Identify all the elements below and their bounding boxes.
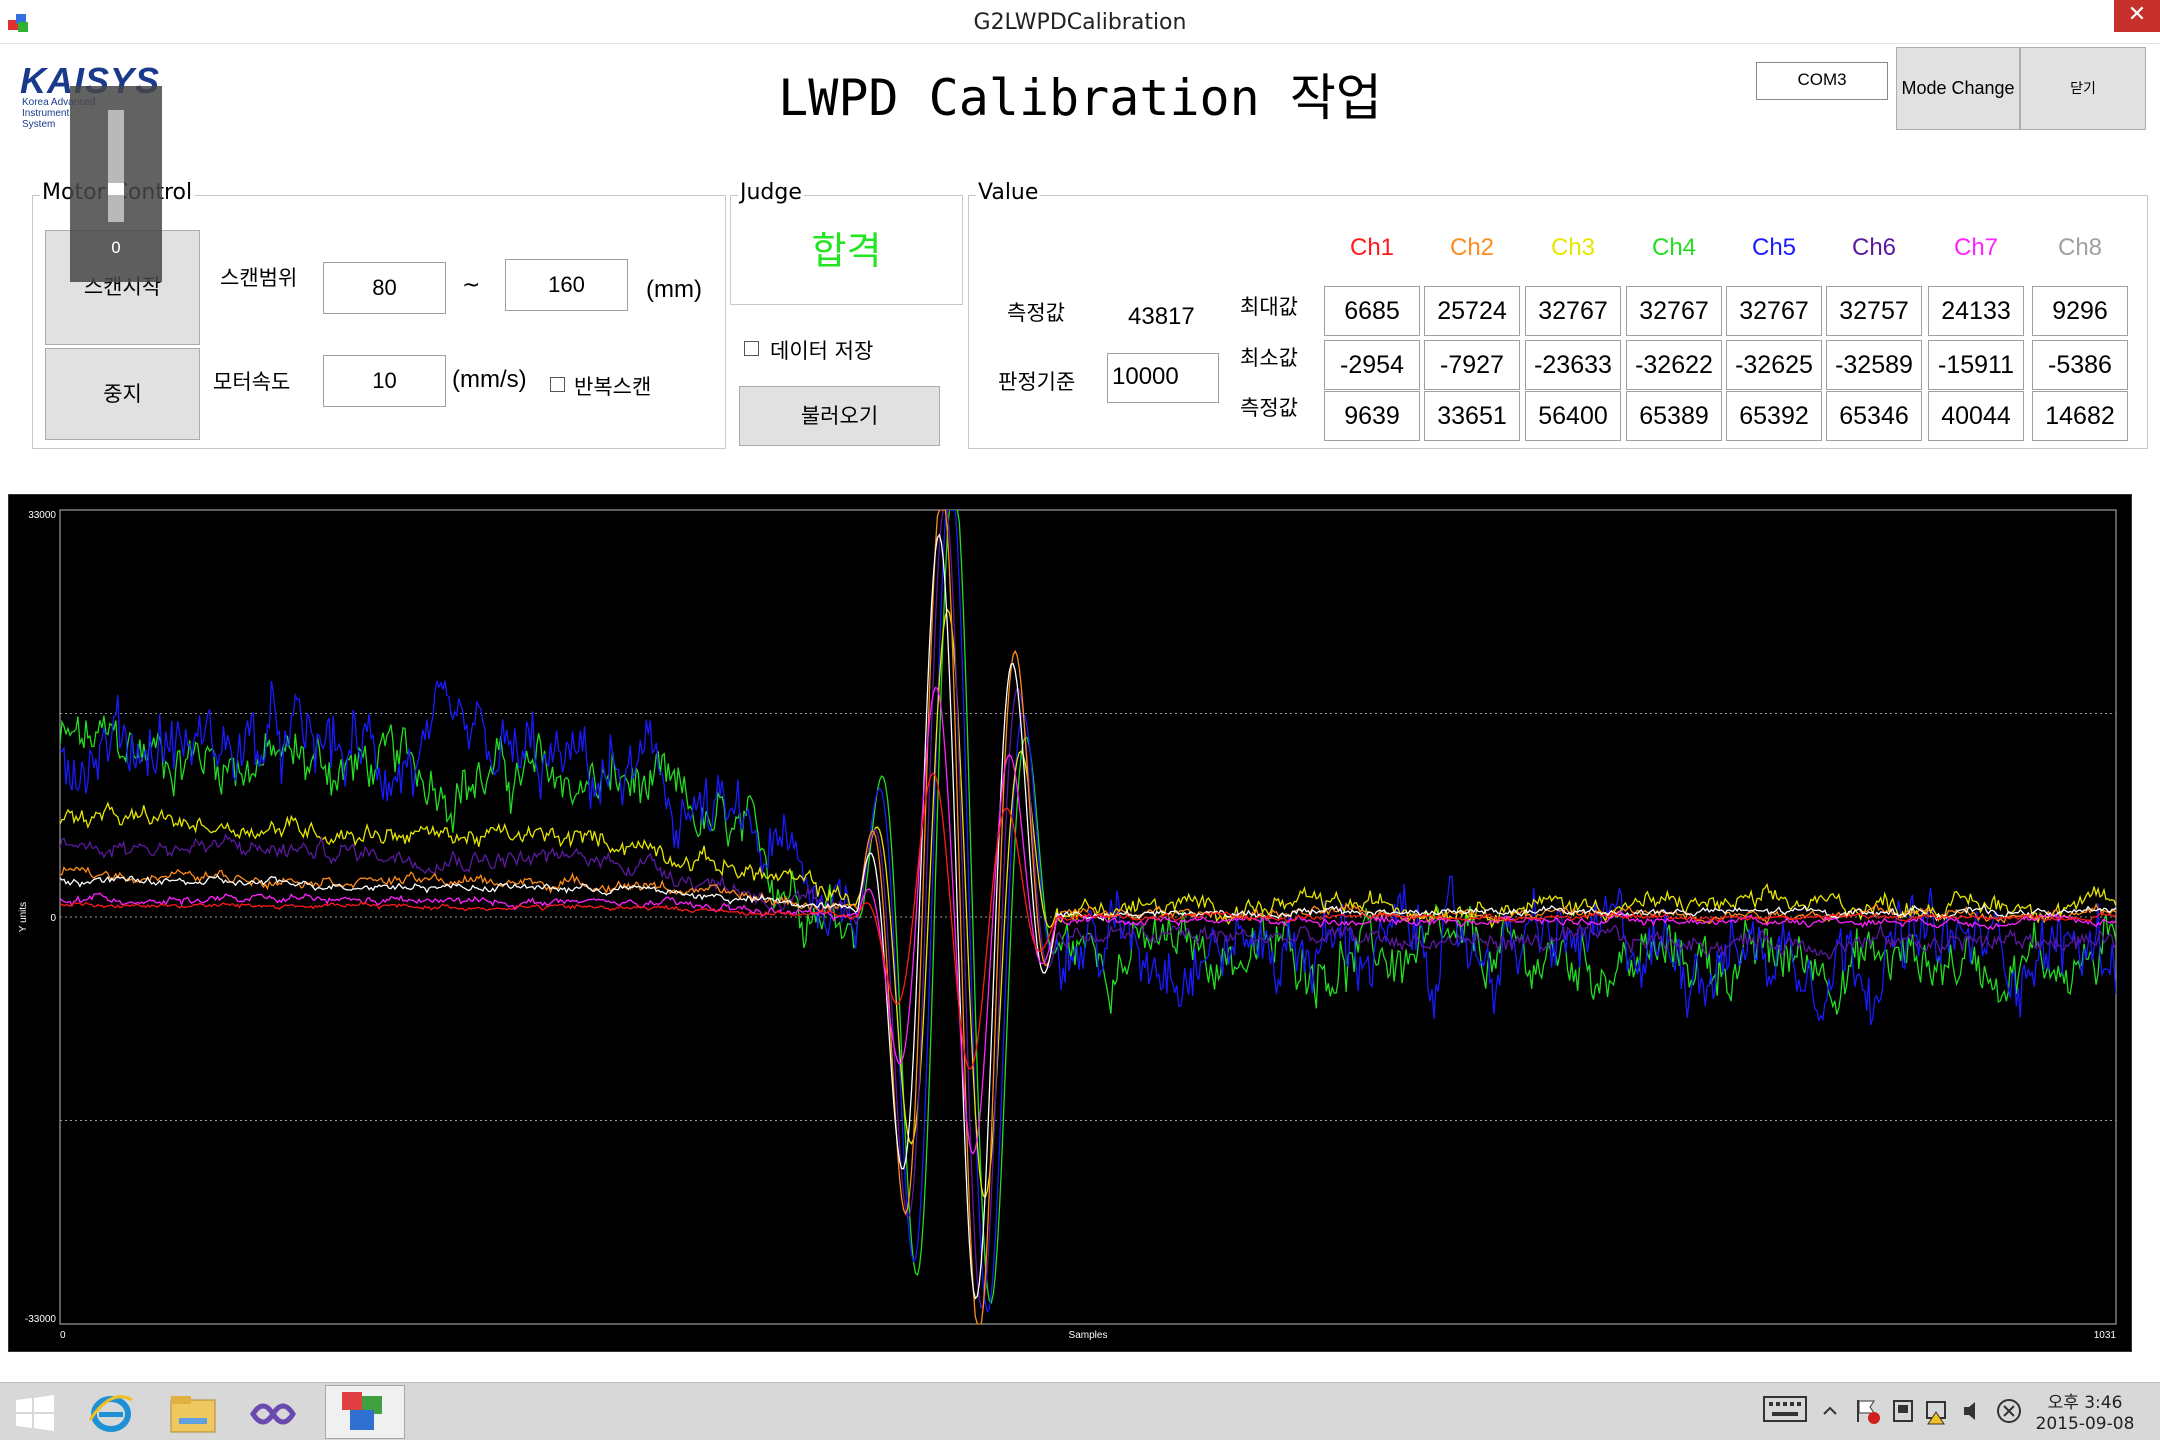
measure-label: 측정값 (1007, 301, 1065, 325)
speed-unit-label: (mm/s) (452, 366, 527, 393)
visual-studio-icon[interactable] (245, 1388, 309, 1438)
save-data-checkbox[interactable] (744, 341, 759, 356)
channel-header-4: Ch4 (1651, 234, 1697, 261)
save-data-label: 데이터 저장 (770, 339, 874, 363)
y-tick-label-0: 33000 (28, 510, 56, 521)
row-label-measure: 측정값 (1240, 396, 1298, 420)
row-label-max: 최대값 (1240, 295, 1298, 319)
channel-header-2: Ch2 (1449, 234, 1495, 261)
close-button[interactable]: 닫기 (2020, 47, 2146, 130)
signal-chart: 330000-330000 1031SamplesY units (18, 509, 2117, 1341)
channel-8-min-cell[interactable]: -5386 (2032, 340, 2128, 390)
channel-7-max-cell[interactable]: 24133 (1928, 286, 2024, 336)
network-warning-icon[interactable] (1922, 1396, 1952, 1426)
channel-5-measure-cell[interactable]: 65392 (1726, 391, 1822, 441)
channel-6-max-cell[interactable]: 32757 (1826, 286, 1922, 336)
channel-3-measure-cell[interactable]: 56400 (1525, 391, 1621, 441)
window-title: G2LWPDCalibration (973, 10, 1187, 35)
page-title: LWPD Calibration 작업 (778, 69, 1382, 127)
y-tick-label-2: -33000 (25, 1314, 57, 1325)
repeat-scan-label: 반복스캔 (574, 375, 652, 399)
motor-speed-input[interactable]: 10 (323, 355, 446, 407)
notification-close-icon[interactable] (1994, 1396, 2024, 1426)
channel-header-1: Ch1 (1349, 234, 1395, 261)
file-explorer-icon[interactable] (165, 1388, 229, 1438)
channel-3-min-cell[interactable]: -23633 (1525, 340, 1621, 390)
volume-icon[interactable] (1958, 1396, 1988, 1426)
channel-4-measure-cell[interactable]: 65389 (1626, 391, 1722, 441)
progress-value: 0 (110, 238, 122, 257)
channel-7-min-cell[interactable]: -15911 (1928, 340, 2024, 390)
taskbar-time[interactable]: 오후 3:46 (2030, 1388, 2140, 1413)
judge-label: Judge (738, 180, 804, 205)
scan-range-end-input[interactable]: 160 (505, 259, 628, 311)
window-close-button[interactable]: ✕ (2114, 0, 2160, 32)
load-button[interactable]: 불러오기 (739, 386, 940, 446)
channel-header-6: Ch6 (1851, 234, 1897, 261)
channel-7-measure-cell[interactable]: 40044 (1928, 391, 2024, 441)
x-tick-label-0: 0 (60, 1330, 66, 1341)
channel-6-measure-cell[interactable]: 65346 (1826, 391, 1922, 441)
channel-4-max-cell[interactable]: 32767 (1626, 286, 1722, 336)
value-label: Value (976, 180, 1041, 205)
row-label-min: 최소값 (1240, 346, 1298, 370)
progress-track (108, 110, 124, 222)
channel-5-max-cell[interactable]: 32767 (1726, 286, 1822, 336)
range-separator: ~ (462, 273, 481, 298)
channel-2-measure-cell[interactable]: 33651 (1424, 391, 1520, 441)
internet-explorer-icon[interactable] (85, 1388, 149, 1438)
channel-8-max-cell[interactable]: 9296 (2032, 286, 2128, 336)
channel-4-min-cell[interactable]: -32622 (1626, 340, 1722, 390)
progress-fill (108, 183, 124, 195)
device-icon[interactable] (1888, 1396, 1918, 1426)
channel-8-measure-cell[interactable]: 14682 (2032, 391, 2128, 441)
range-unit-label: (mm) (646, 276, 702, 303)
channel-2-max-cell[interactable]: 25724 (1424, 286, 1520, 336)
motor-speed-label: 모터속도 (213, 370, 291, 394)
measure-value: 43817 (1128, 303, 1195, 330)
channel-1-measure-cell[interactable]: 9639 (1324, 391, 1420, 441)
criteria-input[interactable]: 10000 (1107, 353, 1219, 403)
stop-button[interactable]: 중지 (45, 348, 200, 440)
channel-header-7: Ch7 (1953, 234, 1999, 261)
windows-start-icon[interactable] (10, 1388, 74, 1438)
channel-header-5: Ch5 (1751, 234, 1797, 261)
y-axis-label: Y units (18, 902, 29, 932)
x-tick-label-1: 1031 (2094, 1330, 2117, 1341)
scan-range-start-input[interactable]: 80 (323, 262, 446, 314)
judge-result: 합격 (811, 229, 882, 273)
channel-1-min-cell[interactable]: -2954 (1324, 340, 1420, 390)
scan-range-label: 스캔범위 (220, 266, 298, 290)
channel-header-3: Ch3 (1550, 234, 1596, 261)
channel-3-max-cell[interactable]: 32767 (1525, 286, 1621, 336)
taskbar-active-app[interactable] (325, 1385, 405, 1439)
criteria-label: 판정기준 (998, 370, 1076, 394)
keyboard-icon[interactable] (1762, 1394, 1810, 1424)
taskbar-date[interactable]: 2015-09-08 (2030, 1414, 2140, 1434)
action-center-flag-icon[interactable] (1852, 1396, 1882, 1426)
channel-2-min-cell[interactable]: -7927 (1424, 340, 1520, 390)
channel-1-max-cell[interactable]: 6685 (1324, 286, 1420, 336)
channel-6-min-cell[interactable]: -32589 (1826, 340, 1922, 390)
com-port-field[interactable]: COM3 (1756, 62, 1888, 100)
x-axis-label: Samples (1069, 1330, 1108, 1341)
repeat-scan-checkbox[interactable] (550, 377, 565, 392)
y-tick-label-1: 0 (50, 913, 56, 924)
channel-5-min-cell[interactable]: -32625 (1726, 340, 1822, 390)
channel-header-8: Ch8 (2057, 234, 2103, 261)
mode-change-button[interactable]: Mode Change (1896, 47, 2020, 130)
show-hidden-icons-icon[interactable] (1820, 1400, 1840, 1420)
